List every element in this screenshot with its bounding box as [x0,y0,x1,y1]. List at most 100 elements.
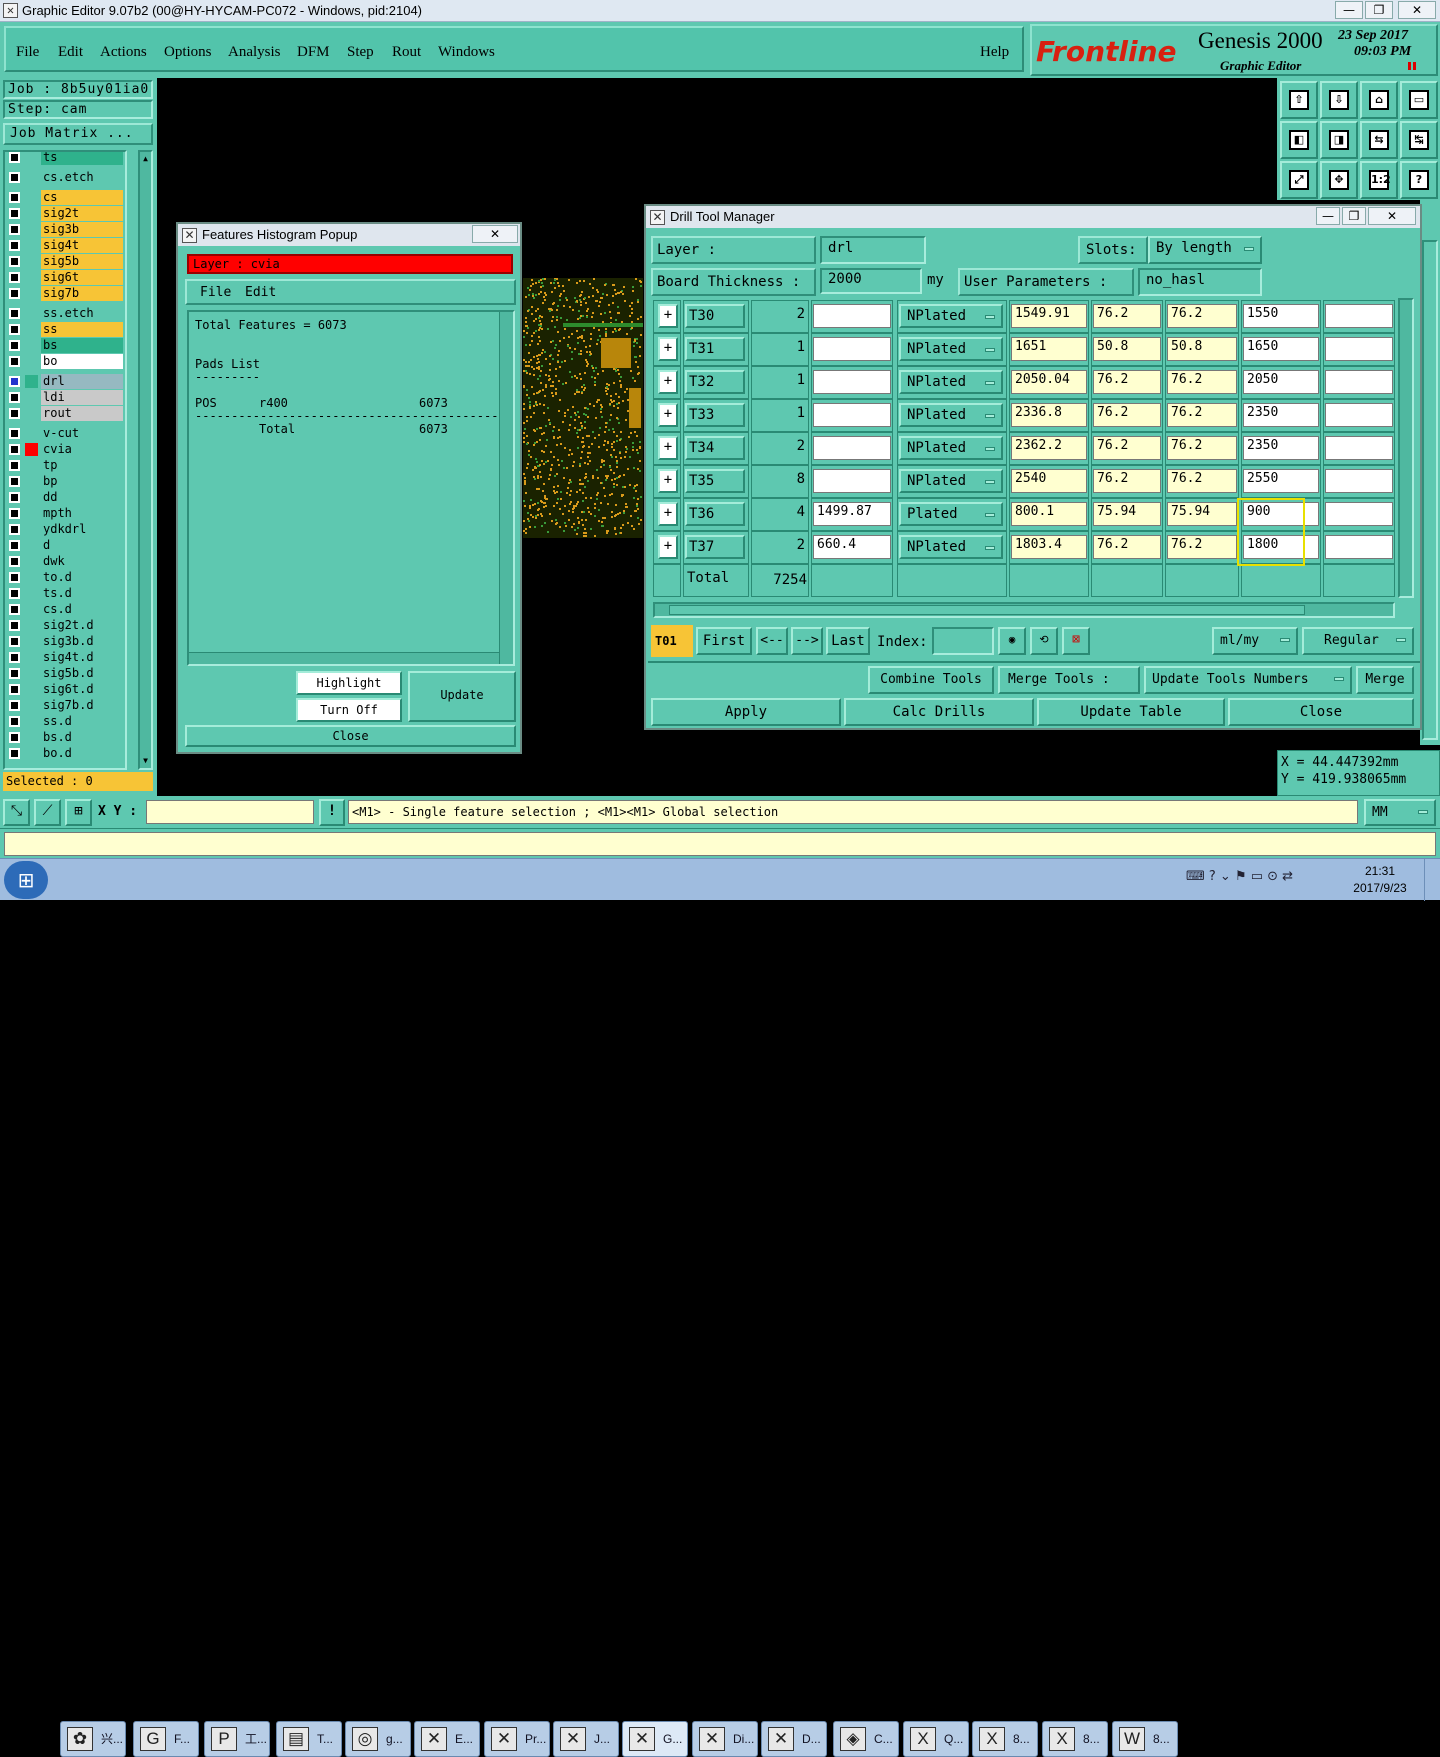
layer-checkbox[interactable] [9,588,20,599]
combine-tools-button[interactable]: Combine Tools [868,666,994,694]
home-icon[interactable]: ⌂ [1360,81,1398,119]
scroll-down-icon[interactable]: ▼ [140,754,151,768]
layer-row[interactable]: bs [7,338,125,353]
command-line[interactable] [4,832,1436,856]
layer-row[interactable]: mpth [7,506,125,521]
layer-checkbox[interactable] [9,540,20,551]
expand-row-icon[interactable]: + [658,337,678,361]
layer-row[interactable]: ss [7,322,125,337]
layer-checkbox[interactable] [9,324,20,335]
extra-field[interactable] [1325,403,1393,427]
drill-size-field[interactable]: 1550 [1243,304,1319,328]
layer-row[interactable]: to.d [7,570,125,585]
layer-row[interactable]: v-cut [7,426,125,441]
layer-checkbox[interactable] [9,572,20,583]
extra-field[interactable] [1325,436,1393,460]
finish-size-field[interactable]: 800.1 [1011,502,1087,526]
layer-checkbox[interactable] [9,524,20,535]
layer-row[interactable]: sig6t.d [7,682,125,697]
layer-checkbox[interactable] [9,732,20,743]
extra-field[interactable] [1325,502,1393,526]
taskbar-item[interactable]: ✕ G... [622,1721,688,1757]
tolerance-plus-field[interactable]: 76.2 [1093,535,1161,559]
layer-checkbox[interactable] [9,636,20,647]
job-matrix-button[interactable]: Job Matrix ... [3,123,153,145]
layer-row[interactable]: sig3b.d [7,634,125,649]
user-parameters-field[interactable]: no_hasl [1138,268,1262,296]
tolerance-plus-field[interactable]: 50.8 [1093,337,1161,361]
tolerance-minus-field[interactable]: 76.2 [1167,403,1237,427]
menu-step[interactable]: Step [347,44,374,61]
tool-name-cell[interactable]: T33 [685,403,745,427]
layer-checkbox[interactable] [9,340,20,351]
menu-analysis[interactable]: Analysis [228,44,281,61]
show-desktop-button[interactable] [1424,859,1440,901]
taskbar-item[interactable]: X 8... [972,1721,1038,1757]
layer-checkbox[interactable] [9,152,20,163]
measure-tool-icon[interactable]: ⟋ [34,799,61,826]
layer-checkbox[interactable] [9,700,20,711]
layer-row[interactable]: ydkdrl [7,522,125,537]
finish-size-field[interactable]: 1549.91 [1011,304,1087,328]
layer-checkbox[interactable] [9,668,20,679]
taskbar-item[interactable]: X 8... [1042,1721,1108,1757]
start-button-icon[interactable]: ⊞ [4,861,48,899]
tools-table-vscrollbar[interactable] [1398,298,1414,598]
mode-dropdown[interactable]: Regular [1302,627,1414,655]
board-thickness-field[interactable]: 2000 [820,268,922,294]
layer-checkbox[interactable] [9,460,20,471]
layer-checkbox[interactable] [9,308,20,319]
prev-button[interactable]: <-- [756,627,788,655]
layer-checkbox[interactable] [9,508,20,519]
update-tools-numbers-dropdown[interactable]: Update Tools Numbers [1144,666,1352,694]
tool-size-field[interactable] [813,436,891,460]
report-hscrollbar[interactable] [189,652,499,664]
expand-row-icon[interactable]: + [658,535,678,559]
menu-edit[interactable]: Edit [58,44,83,61]
tool-size-field[interactable] [813,370,891,394]
last-button[interactable]: Last [826,627,870,655]
turn-off-button[interactable]: Turn Off [296,698,402,722]
drill-size-field[interactable]: 2350 [1243,436,1319,460]
layer-checkbox[interactable] [9,604,20,615]
menu-actions[interactable]: Actions [100,44,147,61]
plating-type-dropdown[interactable]: NPlated [899,535,1003,559]
extra-field[interactable] [1325,535,1393,559]
expand-row-icon[interactable]: + [658,469,678,493]
layer-row[interactable]: cs.d [7,602,125,617]
drill-size-field[interactable]: 900 [1243,502,1319,526]
layer-row[interactable]: tp [7,458,125,473]
scale-12-icon[interactable]: 1:2 [1360,161,1398,199]
tolerance-minus-field[interactable]: 76.2 [1167,370,1237,394]
drill-size-field[interactable]: 1650 [1243,337,1319,361]
refresh-icon[interactable]: ⟲ [1030,627,1058,655]
minimize-button[interactable]: — [1335,1,1363,19]
taskbar-item[interactable]: ✕ D... [761,1721,827,1757]
menu-dfm[interactable]: DFM [297,44,330,61]
plating-type-dropdown[interactable]: NPlated [899,469,1003,493]
dtm-minimize-button[interactable]: — [1316,207,1340,225]
zoom-left-icon[interactable]: ◧ [1280,121,1318,159]
layer-row[interactable]: sig4t [7,238,125,253]
grid-tool-icon[interactable]: ⊞ [65,799,92,826]
menu-windows[interactable]: Windows [438,44,495,61]
update-table-button[interactable]: Update Table [1037,698,1225,726]
taskbar-item[interactable]: ◎ g... [345,1721,411,1757]
layer-checkbox[interactable] [9,272,20,283]
units-selector[interactable]: MM [1364,799,1436,826]
plating-type-dropdown[interactable]: NPlated [899,337,1003,361]
extra-field[interactable] [1325,337,1393,361]
tool-size-field[interactable]: 1499.87 [813,502,891,526]
layer-checkbox[interactable] [9,652,20,663]
histogram-close-button[interactable]: Close [185,725,516,747]
layer-row[interactable]: bo.d [7,746,125,761]
expand-row-icon[interactable]: + [658,370,678,394]
layer-checkbox[interactable] [9,256,20,267]
layer-row[interactable]: sig3b [7,222,125,237]
layer-checkbox[interactable] [9,716,20,727]
tool-name-cell[interactable]: T35 [685,469,745,493]
taskbar-item[interactable]: P 工... [204,1721,270,1757]
layer-row[interactable]: sig5b.d [7,666,125,681]
zoom-right-icon[interactable]: ◨ [1320,121,1358,159]
layer-checkbox[interactable] [9,476,20,487]
